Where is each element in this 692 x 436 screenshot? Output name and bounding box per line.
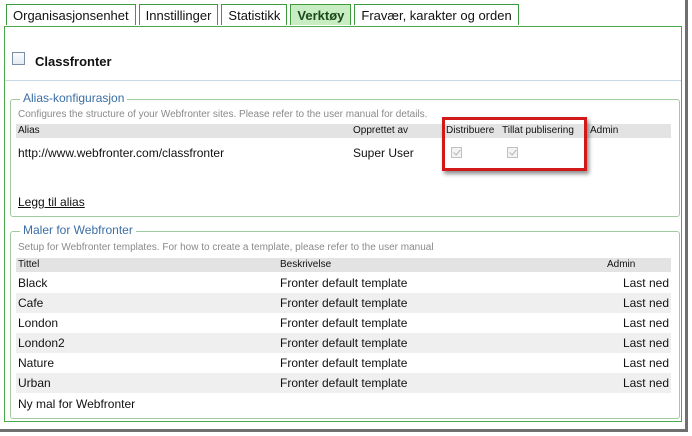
- new-template-link[interactable]: Ny mal for Webfronter: [18, 397, 135, 411]
- templates-legend: Maler for Webfronter: [20, 223, 136, 237]
- template-title: Urban: [18, 376, 51, 390]
- highlight-box: [442, 117, 587, 171]
- template-title: Black: [18, 276, 48, 290]
- table-row: Cafe Fronter default template Last ned: [16, 293, 671, 313]
- alias-url: http://www.webfronter.com/classfronter: [18, 146, 225, 160]
- template-description: Fronter default template: [280, 336, 408, 350]
- table-row: Black Fronter default template Last ned: [16, 273, 671, 293]
- template-title: Cafe: [18, 296, 44, 310]
- download-link[interactable]: Last ned: [623, 316, 669, 330]
- download-link[interactable]: Last ned: [623, 356, 669, 370]
- column-header-admin: Admin: [590, 125, 619, 136]
- tab-organisasjonsenhet[interactable]: Organisasjonsenhet: [6, 4, 136, 25]
- table-row: London Fronter default template Last ned: [16, 313, 671, 333]
- classfronter-checkbox[interactable]: [12, 52, 25, 65]
- column-header-description: Beskrivelse: [280, 259, 332, 270]
- template-title: Nature: [18, 356, 55, 370]
- template-description: Fronter default template: [280, 276, 408, 290]
- download-link[interactable]: Last ned: [623, 296, 669, 310]
- alias-config-legend: Alias-konfigurasjon: [20, 91, 128, 105]
- template-description: Fronter default template: [280, 296, 408, 310]
- tab-verktoy[interactable]: Verktøy: [290, 4, 352, 25]
- download-link[interactable]: Last ned: [623, 376, 669, 390]
- table-row: London2 Fronter default template Last ne…: [16, 333, 671, 353]
- header-divider: [5, 80, 681, 81]
- tab-bar: Organisasjonsenhet Innstillinger Statist…: [6, 4, 522, 26]
- column-header-created-by: Opprettet av: [353, 125, 409, 136]
- column-header-template-admin: Admin: [607, 259, 636, 270]
- template-description: Fronter default template: [280, 316, 408, 330]
- template-title: London: [18, 316, 59, 330]
- templates-table-header: Tittel Beskrivelse Admin: [16, 258, 671, 272]
- template-description: Fronter default template: [280, 376, 408, 390]
- tab-innstillinger[interactable]: Innstillinger: [138, 4, 219, 25]
- add-alias-link[interactable]: Legg til alias: [18, 195, 85, 209]
- alias-created-by: Super User: [353, 146, 414, 160]
- table-row: Urban Fronter default template Last ned: [16, 373, 671, 393]
- tab-statistikk[interactable]: Statistikk: [221, 4, 288, 25]
- table-row: Nature Fronter default template Last ned: [16, 353, 671, 373]
- page-title: Classfronter: [35, 54, 112, 69]
- download-link[interactable]: Last ned: [623, 336, 669, 350]
- tab-fravaer[interactable]: Fravær, karakter og orden: [354, 4, 519, 25]
- template-title: London2: [18, 336, 65, 350]
- template-description: Fronter default template: [280, 356, 408, 370]
- column-header-title: Tittel: [18, 259, 40, 270]
- templates-description: Setup for Webfronter templates. For how …: [18, 242, 434, 253]
- column-header-alias: Alias: [18, 125, 40, 136]
- download-link[interactable]: Last ned: [623, 276, 669, 290]
- alias-config-description: Configures the structure of your Webfron…: [18, 109, 428, 120]
